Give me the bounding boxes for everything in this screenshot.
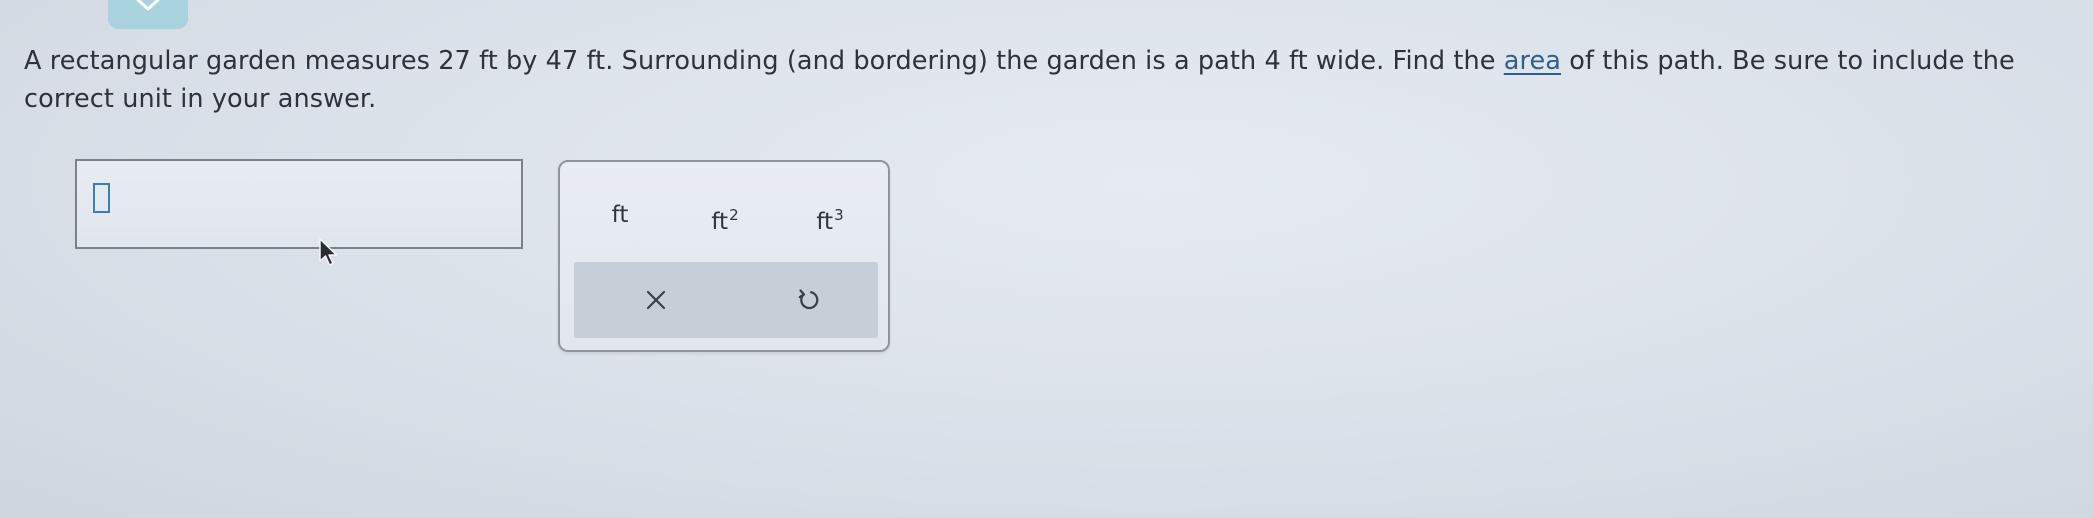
question-text: A rectangular garden measures 27 ft by 4… xyxy=(24,42,2064,118)
unit-ft3-exponent: 3 xyxy=(834,206,844,224)
unit-ft-label: ft xyxy=(611,202,629,228)
undo-button[interactable] xyxy=(788,280,828,320)
mouse-pointer-icon xyxy=(319,238,338,266)
close-icon xyxy=(646,290,666,310)
action-bar xyxy=(574,262,878,338)
clear-button[interactable] xyxy=(636,280,676,320)
chevron-down-icon xyxy=(136,0,160,11)
unit-ft2-exponent: 2 xyxy=(729,206,739,224)
unit-ft2-button[interactable]: ft2 xyxy=(685,195,765,235)
answer-input[interactable] xyxy=(75,159,523,249)
unit-palette: ft ft2 ft3 xyxy=(558,160,890,352)
collapse-tab[interactable] xyxy=(108,0,188,29)
area-link[interactable]: area xyxy=(1504,46,1561,76)
unit-ft-button[interactable]: ft xyxy=(580,195,660,235)
unit-ft3-button[interactable]: ft3 xyxy=(790,195,870,235)
question-text-before: A rectangular garden measures 27 ft by 4… xyxy=(24,46,1504,76)
unit-ft2-base: ft xyxy=(711,209,729,235)
undo-icon xyxy=(798,289,819,310)
unit-ft3-base: ft xyxy=(816,209,834,235)
input-cursor xyxy=(93,183,110,213)
